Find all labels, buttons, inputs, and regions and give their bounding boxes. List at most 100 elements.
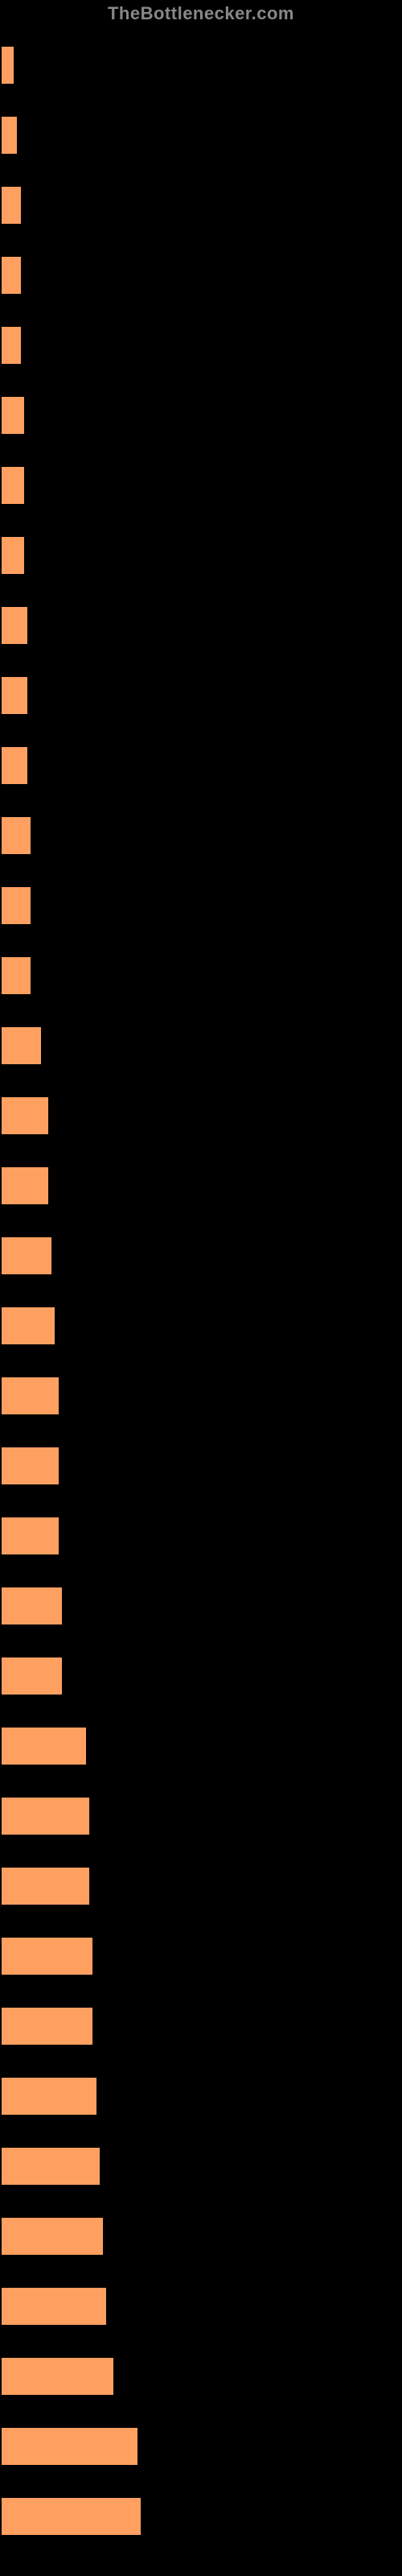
chart-row: Bottleneck result9 [1,939,402,1009]
bar [1,886,31,925]
bar [1,606,28,645]
chart-row: Bottleneck result 9 [1,869,402,939]
chart-row: Bottleneck result17 [1,1430,402,1500]
bar-value-label: 8 [31,687,38,700]
bar-value-label: 7 [28,477,35,489]
bar-category-label: Bottleneck result [2,803,86,815]
chart-row: Bottleneck result27 [1,1920,402,1990]
bar-category-label: Bottleneck result [2,1573,86,1586]
bar-value-label: 26 [93,1807,106,1820]
bar-category-label: Bottleneck result [2,1013,86,1026]
bar-category-label: Bottleneck result [2,2413,86,2426]
bar-value-label: 28 [100,2087,113,2100]
bar [1,396,25,435]
chart-row: Bottleneck result28 [1,2060,402,2130]
bar-category-label: Bottleneck result [2,2133,86,2146]
bar [1,186,22,225]
bar [1,2287,107,2326]
bar [1,2077,97,2116]
bar [1,1727,87,1765]
bar-category-label: Bottleneck result [2,1503,86,1516]
bar [1,2357,114,2396]
bar [1,1096,49,1135]
bar-value-label: 9 [35,827,41,840]
bar [1,956,31,995]
bar-value-label: 8 [31,617,38,630]
chart-row: Bottleneck result15 [1,1220,402,1290]
bar [1,2147,100,2186]
bar [1,256,22,295]
chart-row: Bottleneck result 7 [1,379,402,449]
bar [1,46,14,85]
chart-row: Bottleneck result 29 [1,2130,402,2200]
bar [1,1447,59,1485]
bar-value-label: 4 [18,56,24,69]
bar-category-label: Bottleneck result [2,1783,86,1796]
bar-value-label: 17 [63,1527,76,1540]
bar-value-label: 14 [52,1107,65,1120]
bar [1,1587,63,1625]
bar-category-label: Bottleneck result [2,2203,86,2216]
bar [1,1657,63,1695]
bar-value-label: 9 [35,967,41,980]
chart-row: Bottleneck result6 [1,169,402,239]
chart-row: Bottleneck result4 [1,29,402,99]
bar-value-label: 29 [104,2157,117,2170]
bar-category-label: Bottleneck result [2,242,86,255]
chart-row: Bottleneck result 26 [1,1780,402,1850]
bar-value-label: 18 [66,1667,79,1680]
chart-row: Bottleneck result31 [1,2270,402,2340]
bar-category-label: Bottleneck result [2,1993,86,2006]
watermark-text: TheBottlenecker.com [0,3,402,24]
bar-value-label: 40 [142,2438,154,2450]
bar [1,2007,93,2046]
chart-row: Bottleneck result 33 [1,2340,402,2410]
bar-category-label: Bottleneck result [2,1643,86,1656]
bar-category-label: Bottleneck result [2,382,86,395]
bar [1,816,31,855]
bar-category-label: Bottleneck result [2,873,86,886]
bar-value-label: 26 [93,1877,106,1890]
bar [1,1517,59,1555]
bar-category-label: Bottleneck result [2,1153,86,1166]
bar-value-label: 5 [21,126,27,139]
bar-category-label: Bottleneck result [2,733,86,745]
bar-value-label: 6 [25,266,31,279]
chart-row: Bottleneck result7 [1,449,402,519]
bar-category-label: Bottleneck result [2,2483,86,2496]
bar [1,2497,142,2536]
chart-row: Bottleneck result 8 [1,659,402,729]
bar-category-label: Bottleneck result [2,1923,86,1936]
chart-row: Bottleneck result 17 [1,1500,402,1570]
chart-row: Bottleneck result5 [1,99,402,169]
bar-value-label: 7 [28,407,35,419]
chart-row: Bottleneck result17 [1,1360,402,1430]
chart-row: Bottleneck result41 [1,2480,402,2550]
bar-value-label: 16 [59,1317,72,1330]
bar-category-label: Bottleneck result [2,1433,86,1446]
chart-row: Bottleneck result7 [1,519,402,589]
bar-category-label: Bottleneck result [2,312,86,325]
bar [1,1937,93,1975]
bar-value-label: 27 [96,2017,109,2030]
bar-value-label: 25 [90,1737,103,1750]
bar [1,1166,49,1205]
bar-value-label: 33 [117,2368,130,2380]
chart-row: Bottleneck result12 [1,1009,402,1080]
bar-category-label: Bottleneck result [2,663,86,675]
bar-value-label: 9 [35,897,41,910]
bar-value-label: 14 [52,1177,65,1190]
bar-value-label: 6 [25,196,31,209]
bar [1,1797,90,1835]
bar-value-label: 30 [107,2227,120,2240]
bar [1,1236,52,1275]
chart-row: Bottleneck result 9 [1,799,402,869]
chart-row: Bottleneck result8 [1,589,402,659]
bar [1,2217,104,2256]
chart-row: Bottleneck result 14 [1,1150,402,1220]
bar-category-label: Bottleneck result [2,1363,86,1376]
bar-category-label: Bottleneck result [2,2343,86,2356]
chart-row: Bottleneck result 30 [1,2200,402,2270]
bar [1,536,25,575]
chart-row: Bottleneck result 18 [1,1640,402,1710]
